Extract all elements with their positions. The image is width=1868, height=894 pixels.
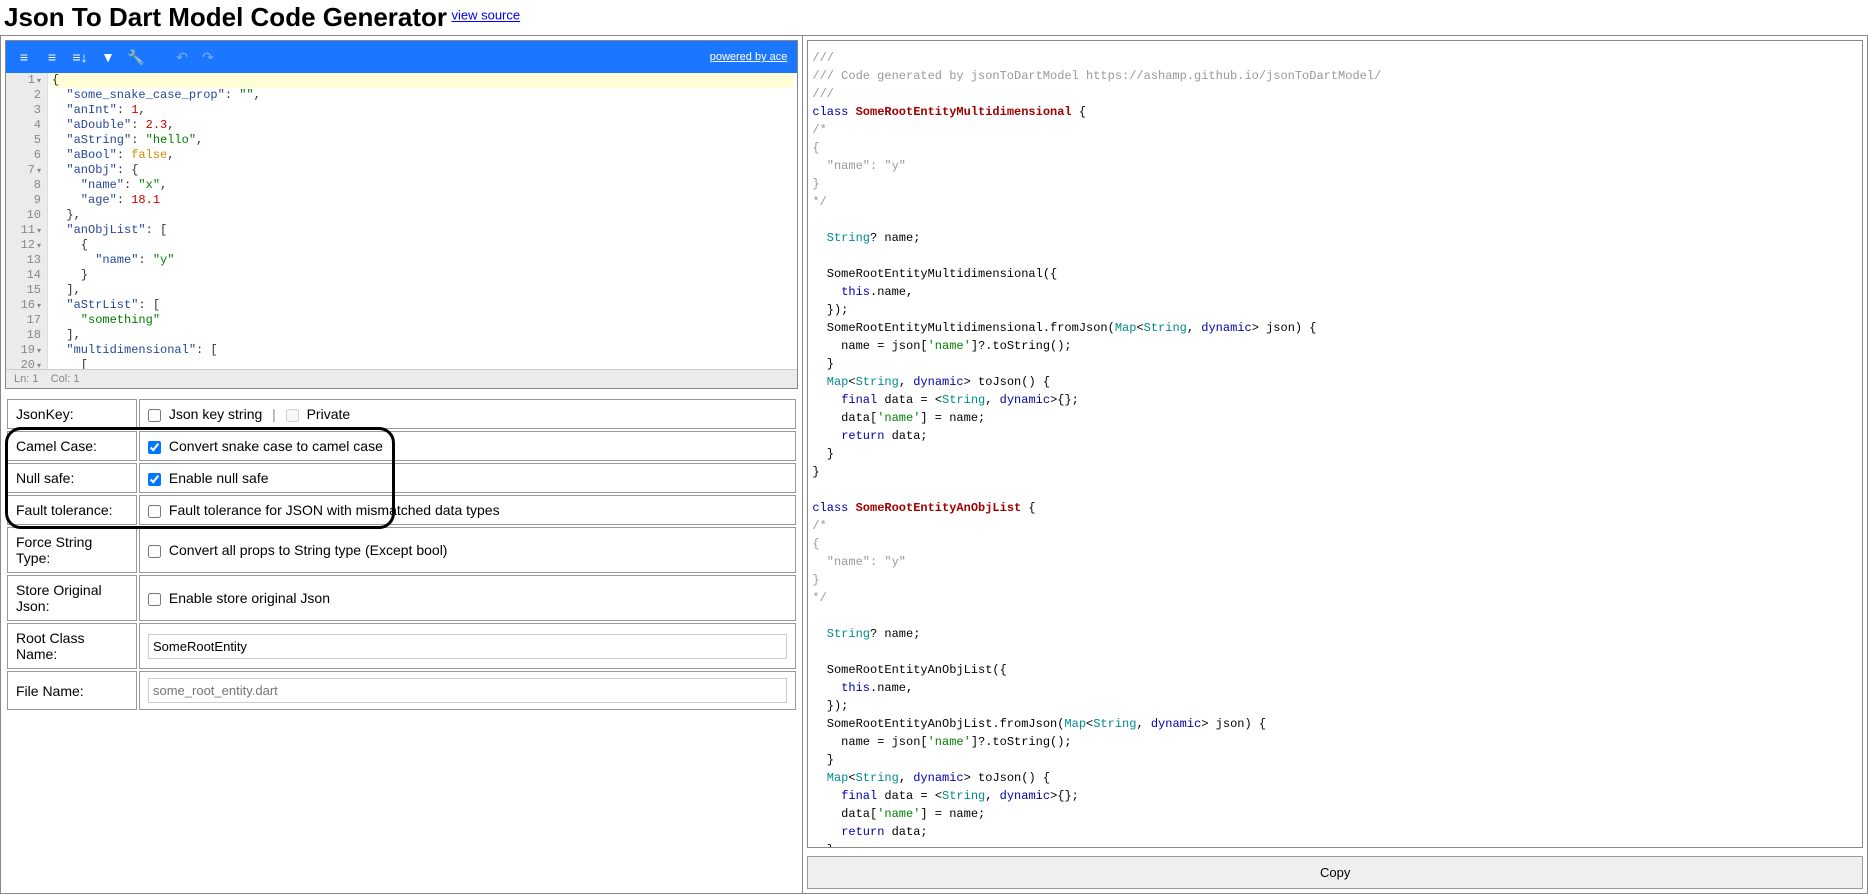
status-col: Col: 1 [51, 373, 80, 385]
row-fault: Fault tolerance: Fault tolerance for JSO… [7, 495, 796, 525]
redo-icon[interactable]: ↷ [200, 49, 216, 65]
indent-right-icon[interactable]: ≡ [44, 49, 60, 65]
wrench-icon[interactable]: 🔧 [128, 49, 144, 65]
row-filename: File Name: [7, 671, 796, 710]
indent-left-icon[interactable]: ≡ [16, 49, 32, 65]
row-nullsafe: Null safe: Enable null safe [7, 463, 796, 493]
checkbox-camel[interactable] [148, 441, 161, 454]
cb-label-camel: Convert snake case to camel case [169, 438, 383, 454]
dart-output[interactable]: ////// Code generated by jsonToDartModel… [807, 40, 1863, 848]
label-force: Force String Type: [7, 527, 137, 573]
cb-label-fault: Fault tolerance for JSON with mismatched… [169, 502, 500, 518]
checkbox-force[interactable] [148, 545, 161, 558]
json-editor[interactable]: 1234567891011121314151617181920 { "some_… [6, 73, 797, 369]
checkbox-jsonkey[interactable] [148, 409, 161, 422]
cb-label-nullsafe: Enable null safe [169, 470, 269, 486]
cb-label-jsonkey: Json key string [169, 406, 262, 422]
checkbox-nullsafe[interactable] [148, 473, 161, 486]
checkbox-fault[interactable] [148, 505, 161, 518]
powered-by-link[interactable]: powered by ace [710, 51, 788, 63]
undo-icon[interactable]: ↶ [174, 49, 190, 65]
view-source-link[interactable]: view source [451, 8, 520, 23]
row-force: Force String Type: Convert all props to … [7, 527, 796, 573]
label-store: Store Original Json: [7, 575, 137, 621]
label-fault: Fault tolerance: [7, 495, 137, 525]
page-title: Json To Dart Model Code Generator [4, 2, 447, 32]
cb-label-force: Convert all props to String type (Except… [169, 542, 448, 558]
editor-toolbar: ≡ ≡ ≡↓ ▼ 🔧 ↶ ↷ powered by ace [6, 41, 797, 73]
editor-statusbar: Ln: 1 Col: 1 [6, 369, 797, 388]
status-ln: Ln: 1 [14, 373, 38, 385]
cb-label-store: Enable store original Json [169, 590, 330, 606]
options-table: JsonKey: Json key string | Private Camel… [5, 397, 798, 712]
row-camel: Camel Case: Convert snake case to camel … [7, 431, 796, 461]
input-rootclass[interactable] [148, 634, 787, 659]
header: Json To Dart Model Code Generator view s… [0, 0, 1868, 35]
row-rootclass: Root Class Name: [7, 623, 796, 669]
label-camel: Camel Case: [7, 431, 137, 461]
sort-icon[interactable]: ≡↓ [72, 49, 88, 65]
label-filename: File Name: [7, 671, 137, 710]
checkbox-private[interactable] [286, 409, 299, 422]
label-rootclass: Root Class Name: [7, 623, 137, 669]
filter-icon[interactable]: ▼ [100, 49, 116, 65]
label-nullsafe: Null safe: [7, 463, 137, 493]
row-store: Store Original Json: Enable store origin… [7, 575, 796, 621]
input-filename[interactable] [148, 678, 787, 703]
checkbox-store[interactable] [148, 593, 161, 606]
copy-button[interactable]: Copy [807, 856, 1863, 889]
row-jsonkey: JsonKey: Json key string | Private [7, 399, 796, 429]
label-jsonkey: JsonKey: [7, 399, 137, 429]
cb-label-private: Private [307, 406, 351, 422]
